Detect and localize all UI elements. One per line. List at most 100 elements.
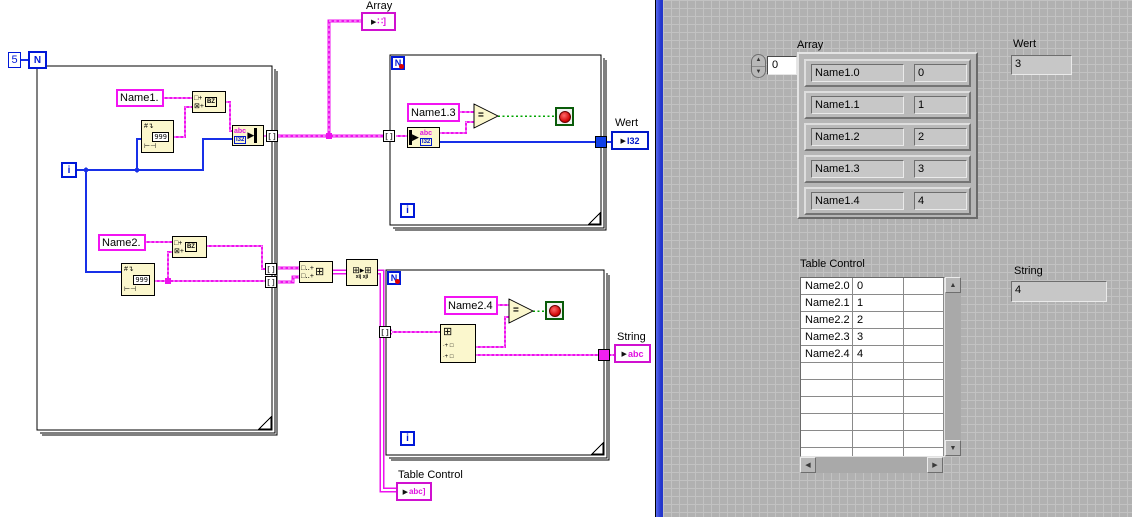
table-cell[interactable]: [904, 380, 944, 397]
tunnel-auto-index[interactable]: []: [379, 326, 391, 338]
array-element-value-field[interactable]: 0: [914, 64, 967, 82]
table-cell[interactable]: [853, 431, 904, 448]
table-cell[interactable]: 4: [853, 346, 904, 363]
bundle-icon[interactable]: abc I32 ▶: [232, 125, 264, 146]
table-cell[interactable]: [801, 380, 853, 397]
array-element-name-field[interactable]: Name1.1: [811, 96, 904, 114]
number-to-string-icon[interactable]: #↴ 999 ⊢⊣: [121, 263, 155, 296]
table-cell[interactable]: [853, 363, 904, 380]
table-cell[interactable]: [904, 295, 944, 312]
string-constant-name1-3[interactable]: Name1.3: [407, 103, 460, 122]
concatenate-strings-icon[interactable]: □+ ⊠+ BZ: [192, 91, 226, 113]
scroll-up-icon: ▲: [949, 281, 957, 289]
string-constant-name2[interactable]: Name2.: [98, 234, 146, 251]
tunnel-auto-index[interactable]: []: [266, 130, 278, 142]
table-cell[interactable]: Name2.0: [801, 278, 853, 295]
table-cell[interactable]: [904, 363, 944, 380]
table-cell[interactable]: [801, 363, 853, 380]
equal-icon[interactable]: =: [478, 110, 484, 121]
number-to-string-icon[interactable]: #↴ 999 ⊢⊣: [141, 120, 174, 153]
wert-indicator-terminal[interactable]: ▶ I32: [611, 131, 649, 150]
build-array-icon[interactable]: □‥+ □‥+ ⊞: [299, 261, 333, 283]
tunnel-last-value[interactable]: [598, 349, 610, 361]
conditional-dot: [399, 64, 404, 69]
conditional-stop-terminal[interactable]: [545, 301, 564, 320]
table-cell[interactable]: 0: [853, 278, 904, 295]
upper-loop-iteration-terminal[interactable]: i: [400, 203, 415, 218]
table-cell[interactable]: [904, 329, 944, 346]
table-indicator-terminal[interactable]: ▶ abc]: [396, 482, 432, 501]
table-cell[interactable]: 1: [853, 295, 904, 312]
table-cell[interactable]: [904, 448, 944, 456]
lower-loop-iteration-terminal[interactable]: i: [400, 431, 415, 446]
table-cell[interactable]: [801, 414, 853, 431]
table-hscrollbar[interactable]: ◀ ▶: [800, 457, 943, 473]
table-cell[interactable]: [904, 346, 944, 363]
array-element-name-field[interactable]: Name1.3: [811, 160, 904, 178]
table-cell[interactable]: Name2.1: [801, 295, 853, 312]
iteration-terminal-outer[interactable]: i: [61, 162, 77, 178]
spinner-up-icon[interactable]: ▲: [752, 55, 765, 67]
table-cell[interactable]: 2: [853, 312, 904, 329]
table-cell[interactable]: [853, 414, 904, 431]
array-index-spinner[interactable]: ▲ ▼: [751, 54, 766, 78]
table-vscrollbar[interactable]: ▲ ▼: [945, 277, 961, 456]
table-cell[interactable]: Name2.3: [801, 329, 853, 346]
equal-icon[interactable]: =: [513, 305, 519, 316]
table-cell[interactable]: [904, 431, 944, 448]
scroll-right-button[interactable]: ▶: [927, 457, 943, 473]
table-cell[interactable]: [801, 431, 853, 448]
terminal-type: ∷]: [377, 16, 387, 26]
array-element-name-field[interactable]: Name1.0: [811, 64, 904, 82]
loop-count-constant[interactable]: 5: [8, 52, 21, 68]
tunnel-auto-index[interactable]: []: [265, 276, 277, 288]
scroll-up-button[interactable]: ▲: [945, 277, 961, 293]
table-cell[interactable]: [904, 278, 944, 295]
hash-glyph: #↴: [144, 123, 154, 130]
terminal-arrow: ▶: [620, 137, 626, 145]
table-row: [801, 397, 944, 414]
table-cell[interactable]: [853, 397, 904, 414]
array-element-value-field[interactable]: 2: [914, 128, 967, 146]
upper-loop-count-terminal[interactable]: N: [391, 56, 405, 70]
string-indicator-terminal[interactable]: ▶ abc: [614, 344, 651, 363]
stop-dot: [548, 304, 561, 317]
tunnel-glyph: []: [380, 327, 390, 337]
array-index-field[interactable]: 0: [767, 56, 797, 75]
transpose-array-icon[interactable]: ⊞▸⊞ xij xji: [346, 259, 378, 286]
grid-glyph: ⊞: [443, 326, 453, 338]
lower-loop-count-terminal[interactable]: N: [387, 271, 401, 285]
string-constant-name1[interactable]: Name1.: [116, 89, 164, 107]
index-array-2d-icon[interactable]: ⊞ ∙+ □ ∙+ □: [440, 324, 476, 363]
array-terminal-label: Array: [366, 0, 393, 12]
table-cell[interactable]: [853, 380, 904, 397]
array-element-value-field[interactable]: 4: [914, 192, 967, 210]
array-element-value-field[interactable]: 1: [914, 96, 967, 114]
table-cell[interactable]: 3: [853, 329, 904, 346]
tunnel-last-value[interactable]: [595, 136, 607, 148]
table-cell[interactable]: Name2.2: [801, 312, 853, 329]
table-cell[interactable]: [801, 397, 853, 414]
scroll-left-button[interactable]: ◀: [800, 457, 816, 473]
count-terminal[interactable]: N: [28, 51, 47, 69]
spinner-down-icon[interactable]: ▼: [752, 67, 765, 78]
array-element-value-field[interactable]: 3: [914, 160, 967, 178]
array-element-name-field[interactable]: Name1.4: [811, 192, 904, 210]
table-cell[interactable]: [853, 448, 904, 456]
string-constant-name2-4[interactable]: Name2.4: [444, 296, 498, 315]
table-cell[interactable]: [801, 448, 853, 456]
table-cell[interactable]: [904, 397, 944, 414]
tunnel-auto-index[interactable]: []: [265, 263, 277, 275]
concatenate-strings-icon[interactable]: □+ ⊠+ BZ: [172, 236, 207, 258]
table-cell[interactable]: Name2.4: [801, 346, 853, 363]
array-element-name-field[interactable]: Name1.2: [811, 128, 904, 146]
unbundle-icon[interactable]: ▶ abc I32: [407, 127, 440, 148]
conditional-stop-terminal[interactable]: [555, 107, 574, 126]
table-cell[interactable]: [904, 414, 944, 431]
table-row: Name2.2 2: [801, 312, 944, 329]
array-row: Name1.2 2: [804, 123, 971, 151]
scroll-down-button[interactable]: ▼: [945, 440, 961, 456]
table-cell[interactable]: [904, 312, 944, 329]
tunnel-auto-index[interactable]: []: [383, 130, 395, 142]
array-indicator-terminal[interactable]: ▶ ∷]: [361, 12, 396, 31]
